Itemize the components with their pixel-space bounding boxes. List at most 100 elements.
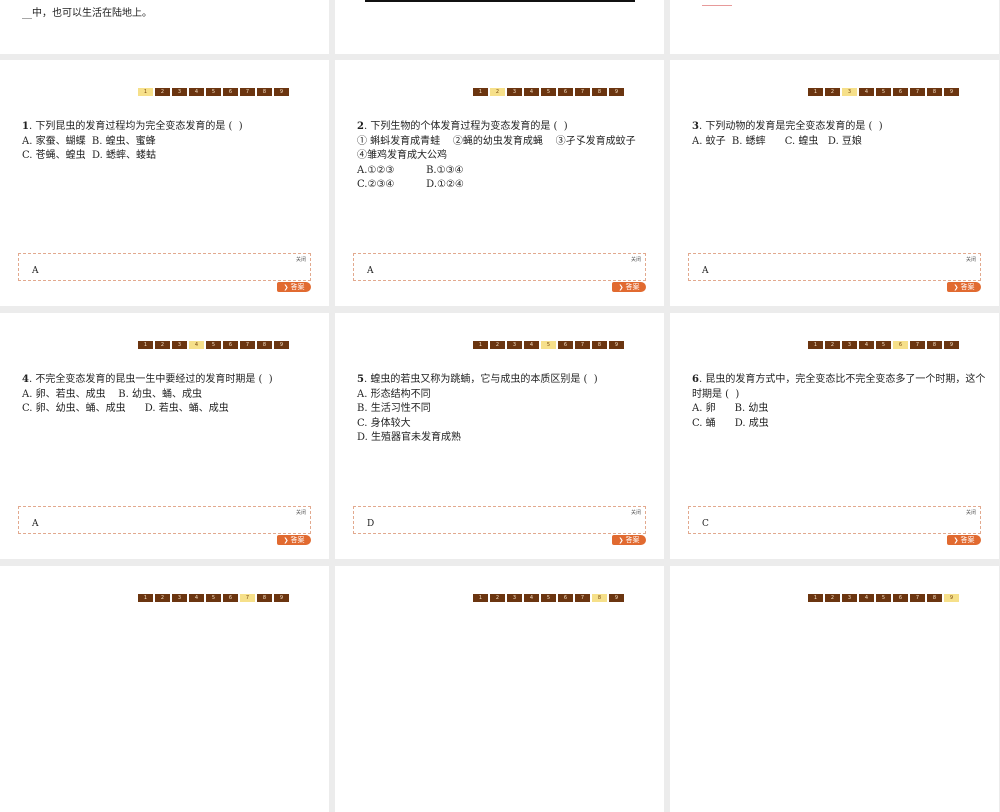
close-button[interactable]: 关闭	[631, 509, 641, 516]
page-button-2[interactable]: 2	[155, 341, 170, 349]
page-button-2[interactable]: 2	[155, 88, 170, 96]
page-button-7[interactable]: 7	[575, 594, 590, 602]
page-button-8[interactable]: 8	[257, 88, 272, 96]
answer-button-label: 答案	[960, 283, 975, 291]
page-button-9[interactable]: 9	[609, 341, 624, 349]
close-button[interactable]: 关闭	[296, 509, 306, 516]
page-button-9[interactable]: 9	[944, 594, 959, 602]
answer-button[interactable]: ❯ 答案	[612, 535, 646, 545]
page-button-2[interactable]: 2	[155, 594, 170, 602]
page-button-1[interactable]: 1	[473, 594, 488, 602]
page-button-3[interactable]: 3	[172, 341, 187, 349]
question-option-line: A. 形态结构不同	[357, 388, 431, 400]
page-button-8[interactable]: 8	[592, 341, 607, 349]
close-button[interactable]: 关闭	[296, 256, 306, 263]
page-button-5[interactable]: 5	[206, 341, 221, 349]
page-button-5[interactable]: 5	[876, 594, 891, 602]
page-button-9[interactable]: 9	[274, 341, 289, 349]
page-button-6[interactable]: 6	[893, 594, 908, 602]
page-button-4[interactable]: 4	[189, 341, 204, 349]
page-button-9[interactable]: 9	[944, 88, 959, 96]
close-button[interactable]: 关闭	[966, 509, 976, 516]
answer-button[interactable]: ❯ 答案	[612, 282, 646, 292]
page-button-3[interactable]: 3	[842, 594, 857, 602]
page-button-5[interactable]: 5	[206, 88, 221, 96]
page-button-3[interactable]: 3	[507, 594, 522, 602]
page-button-9[interactable]: 9	[944, 341, 959, 349]
page-button-1[interactable]: 1	[808, 341, 823, 349]
page-button-8[interactable]: 8	[592, 88, 607, 96]
page-button-1[interactable]: 1	[138, 341, 153, 349]
page-button-8[interactable]: 8	[927, 594, 942, 602]
answer-button[interactable]: ❯ 答案	[277, 282, 311, 292]
page-button-1[interactable]: 1	[473, 341, 488, 349]
page-button-6[interactable]: 6	[893, 88, 908, 96]
page-button-6[interactable]: 6	[558, 341, 573, 349]
page-button-1[interactable]: 1	[473, 88, 488, 96]
close-button[interactable]: 关闭	[631, 256, 641, 263]
page-button-3[interactable]: 3	[172, 88, 187, 96]
chevron-right-icon: ❯	[618, 537, 624, 544]
page-button-7[interactable]: 7	[910, 594, 925, 602]
page-button-4[interactable]: 4	[189, 88, 204, 96]
chevron-right-icon: ❯	[283, 537, 289, 544]
page-button-6[interactable]: 6	[558, 594, 573, 602]
page-button-8[interactable]: 8	[592, 594, 607, 602]
page-button-9[interactable]: 9	[609, 594, 624, 602]
page-button-9[interactable]: 9	[274, 88, 289, 96]
page-button-7[interactable]: 7	[240, 341, 255, 349]
page-button-4[interactable]: 4	[189, 594, 204, 602]
page-button-4[interactable]: 4	[859, 341, 874, 349]
page-button-5[interactable]: 5	[206, 594, 221, 602]
page-button-4[interactable]: 4	[524, 594, 539, 602]
page-button-2[interactable]: 2	[825, 88, 840, 96]
answer-button[interactable]: ❯ 答案	[947, 282, 981, 292]
page-button-3[interactable]: 3	[842, 341, 857, 349]
page-button-3[interactable]: 3	[842, 88, 857, 96]
page-button-6[interactable]: 6	[893, 341, 908, 349]
page-button-5[interactable]: 5	[876, 88, 891, 96]
page-button-5[interactable]: 5	[541, 88, 556, 96]
page-button-1[interactable]: 1	[808, 594, 823, 602]
page-button-7[interactable]: 7	[910, 341, 925, 349]
page-button-7[interactable]: 7	[910, 88, 925, 96]
page-button-1[interactable]: 1	[138, 88, 153, 96]
close-button[interactable]: 关闭	[966, 256, 976, 263]
page-button-7[interactable]: 7	[575, 88, 590, 96]
page-button-4[interactable]: 4	[524, 341, 539, 349]
answer-button[interactable]: ❯ 答案	[277, 535, 311, 545]
page-button-4[interactable]: 4	[859, 594, 874, 602]
page-button-6[interactable]: 6	[223, 594, 238, 602]
page-button-8[interactable]: 8	[927, 341, 942, 349]
slide-top-right	[670, 0, 999, 54]
page-button-4[interactable]: 4	[859, 88, 874, 96]
page-button-9[interactable]: 9	[274, 594, 289, 602]
page-button-2[interactable]: 2	[825, 341, 840, 349]
question-stem-text: 昆虫的发育方式中，完全变态比不完全变态多了一个时期，这个	[705, 374, 986, 385]
page-button-1[interactable]: 1	[138, 594, 153, 602]
page-button-7[interactable]: 7	[240, 594, 255, 602]
page-button-6[interactable]: 6	[223, 341, 238, 349]
page-button-5[interactable]: 5	[541, 341, 556, 349]
question-stem-text: 不完全变态发育的昆虫一生中要经过的发育时期是 ( )	[35, 374, 273, 385]
answer-button[interactable]: ❯ 答案	[947, 535, 981, 545]
page-button-7[interactable]: 7	[240, 88, 255, 96]
page-button-3[interactable]: 3	[507, 341, 522, 349]
page-button-3[interactable]: 3	[172, 594, 187, 602]
page-button-8[interactable]: 8	[927, 88, 942, 96]
page-button-2[interactable]: 2	[490, 88, 505, 96]
page-button-8[interactable]: 8	[257, 594, 272, 602]
page-button-1[interactable]: 1	[808, 88, 823, 96]
page-button-3[interactable]: 3	[507, 88, 522, 96]
page-button-2[interactable]: 2	[490, 594, 505, 602]
page-button-8[interactable]: 8	[257, 341, 272, 349]
page-button-9[interactable]: 9	[609, 88, 624, 96]
page-button-2[interactable]: 2	[490, 341, 505, 349]
page-button-6[interactable]: 6	[223, 88, 238, 96]
page-button-5[interactable]: 5	[541, 594, 556, 602]
page-button-5[interactable]: 5	[876, 341, 891, 349]
page-button-2[interactable]: 2	[825, 594, 840, 602]
page-button-6[interactable]: 6	[558, 88, 573, 96]
page-button-4[interactable]: 4	[524, 88, 539, 96]
page-button-7[interactable]: 7	[575, 341, 590, 349]
